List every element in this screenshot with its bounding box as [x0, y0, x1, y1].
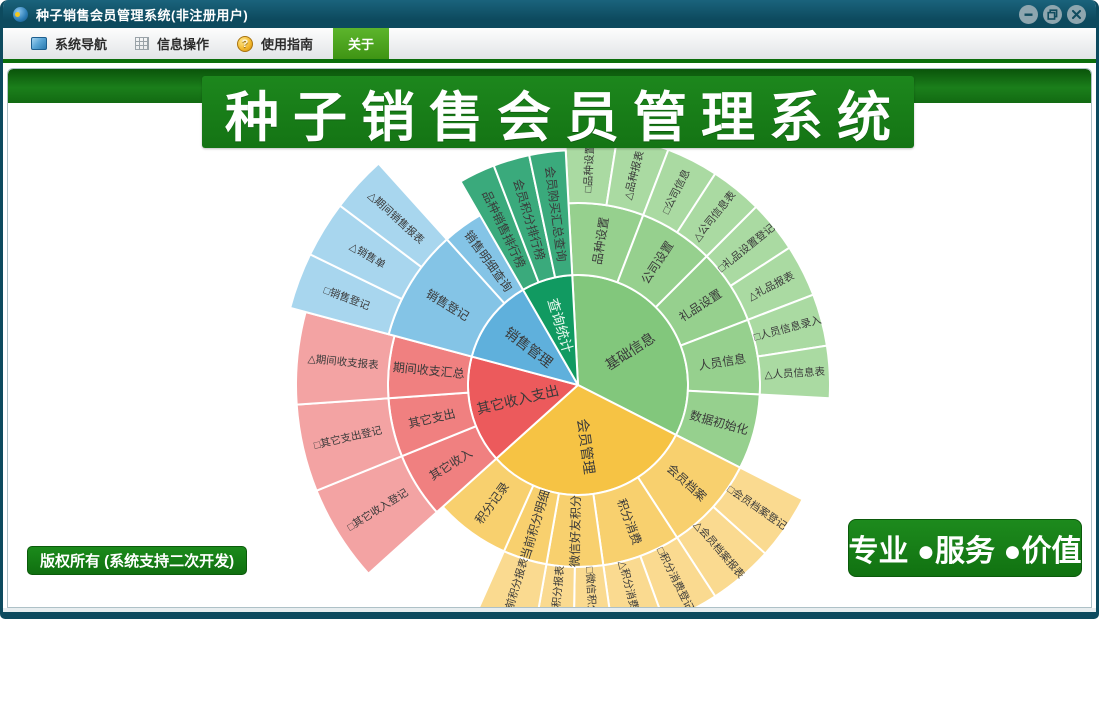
copyright-badge: 版权所有 (系统支持二次开发)	[27, 546, 248, 575]
toolbar-item-about[interactable]: 关于	[333, 28, 390, 59]
toolbar-item-user-guide[interactable]: ? 使用指南	[223, 28, 327, 59]
app-logo-icon	[13, 6, 28, 22]
title-bar[interactable]: 种子销售会员管理系统(非注册用户)	[3, 0, 1096, 28]
content-panel: 基础信息 品种设置 □品种设置 △品种报表 公司设置 □公司信息 △公司信息表 礼品设置 □礼品…	[7, 68, 1092, 608]
toolbar-item-label: 信息操作	[157, 37, 210, 52]
toolbar-item-label: 系统导航	[55, 37, 108, 52]
toolbar-item-system-navigation[interactable]: 系统导航	[17, 28, 121, 59]
navigation-icon	[31, 37, 47, 50]
bottom-inner-strip	[3, 608, 1096, 612]
toolbar-item-info-operations[interactable]: 信息操作	[121, 28, 223, 59]
close-button[interactable]	[1067, 4, 1086, 24]
toolbar-item-label: 关于	[348, 37, 375, 52]
slogan-badge: 专业 ●服务 ●价值	[848, 519, 1082, 577]
grid-icon	[135, 37, 150, 50]
minimize-icon	[1024, 13, 1033, 16]
app-window: 种子销售会员管理系统(非注册用户) 系统导航 信息操作 ? 使用指南 关于 基础…	[0, 0, 1099, 619]
restore-button[interactable]	[1043, 4, 1062, 24]
main-title-banner: 种子销售会员管理系统	[202, 76, 914, 148]
window-title: 种子销售会员管理系统(非注册用户)	[36, 7, 249, 23]
close-icon	[1071, 9, 1082, 19]
toolbar-item-label: 使用指南	[261, 37, 314, 52]
main-toolbar: 系统导航 信息操作 ? 使用指南 关于	[3, 28, 1096, 63]
main-title: 种子销售会员管理系统	[225, 87, 905, 148]
window-controls	[1019, 4, 1086, 24]
help-coin-icon: ?	[237, 35, 254, 52]
restore-icon	[1047, 8, 1058, 20]
minimize-button[interactable]	[1019, 4, 1038, 24]
